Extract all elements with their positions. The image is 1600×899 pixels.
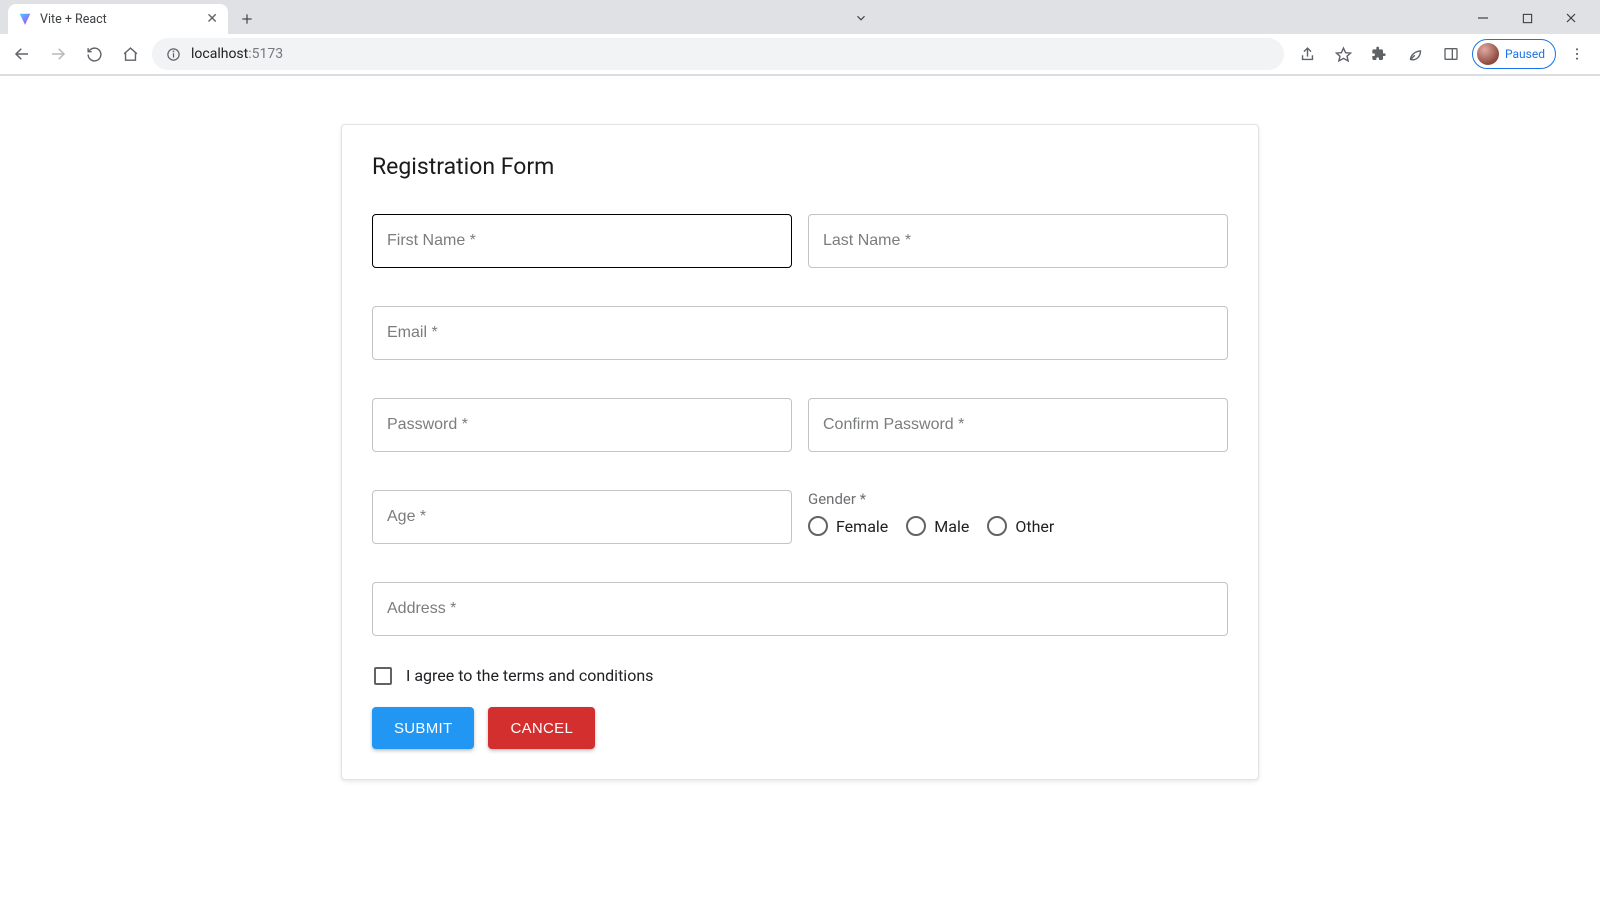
new-tab-button[interactable] <box>234 6 260 32</box>
confirm-password-field <box>808 398 1228 452</box>
browser-chrome: Vite + React ✕ <box>0 0 1600 76</box>
address-bar[interactable]: localhost:5173 <box>152 38 1284 70</box>
leaf-icon[interactable] <box>1400 39 1430 69</box>
gender-label: Gender * <box>808 490 1228 508</box>
window-close-icon[interactable] <box>1550 4 1592 32</box>
url-text[interactable]: localhost:5173 <box>191 46 1270 62</box>
side-panel-icon[interactable] <box>1436 39 1466 69</box>
radio-icon <box>987 516 1007 536</box>
email-input[interactable] <box>372 306 1228 360</box>
extensions-icon[interactable] <box>1364 39 1394 69</box>
password-input[interactable] <box>372 398 792 452</box>
gender-radio-other[interactable]: Other <box>987 516 1054 536</box>
first-name-input[interactable] <box>372 214 792 268</box>
page-content: Registration Form <box>0 76 1600 820</box>
home-icon[interactable] <box>116 40 144 68</box>
bookmark-star-icon[interactable] <box>1328 39 1358 69</box>
url-host: localhost <box>191 46 248 62</box>
radio-icon <box>808 516 828 536</box>
terms-row: I agree to the terms and conditions <box>372 666 1228 685</box>
age-input[interactable] <box>372 490 792 544</box>
reload-icon[interactable] <box>80 40 108 68</box>
gender-radio-group: Female Male Other <box>808 516 1228 536</box>
nav-forward-icon <box>44 40 72 68</box>
kebab-menu-icon[interactable] <box>1562 39 1592 69</box>
terms-label: I agree to the terms and conditions <box>406 666 653 685</box>
gender-option-label: Female <box>836 517 888 536</box>
profile-chip[interactable]: Paused <box>1472 39 1556 69</box>
window-controls <box>1462 4 1592 32</box>
password-field <box>372 398 792 452</box>
tabs-dropdown-icon[interactable] <box>846 4 876 32</box>
cancel-button[interactable]: Cancel <box>488 707 595 749</box>
chrome-divider <box>0 74 1600 75</box>
gender-option-label: Other <box>1015 517 1054 536</box>
registration-card: Registration Form <box>341 124 1259 780</box>
tab-strip: Vite + React ✕ <box>0 0 1600 34</box>
toolbar-right-icons: Paused <box>1292 39 1592 69</box>
close-tab-icon[interactable]: ✕ <box>206 12 218 26</box>
window-maximize-icon[interactable] <box>1506 4 1548 32</box>
nav-back-icon[interactable] <box>8 40 36 68</box>
terms-checkbox[interactable] <box>374 667 392 685</box>
tab-title: Vite + React <box>40 12 198 27</box>
address-field <box>372 582 1228 636</box>
browser-tab[interactable]: Vite + React ✕ <box>8 4 228 34</box>
page-viewport[interactable]: Registration Form <box>0 76 1600 899</box>
address-input[interactable] <box>372 582 1228 636</box>
avatar-icon <box>1477 43 1499 65</box>
share-icon[interactable] <box>1292 39 1322 69</box>
vite-favicon-icon <box>18 12 32 26</box>
last-name-input[interactable] <box>808 214 1228 268</box>
browser-toolbar: localhost:5173 Paused <box>0 34 1600 74</box>
gender-option-label: Male <box>934 517 969 536</box>
gender-radio-female[interactable]: Female <box>808 516 888 536</box>
radio-icon <box>906 516 926 536</box>
last-name-field <box>808 214 1228 268</box>
submit-button[interactable]: Submit <box>372 707 474 749</box>
gender-field: Gender * Female Male Other <box>808 490 1228 544</box>
age-field <box>372 490 792 544</box>
site-info-icon[interactable] <box>166 47 181 62</box>
form-title: Registration Form <box>372 153 1228 180</box>
window-minimize-icon[interactable] <box>1462 4 1504 32</box>
url-port: :5173 <box>248 46 283 62</box>
first-name-field <box>372 214 792 268</box>
profile-paused-label: Paused <box>1505 47 1545 61</box>
confirm-password-input[interactable] <box>808 398 1228 452</box>
form-actions: Submit Cancel <box>372 707 1228 749</box>
email-field <box>372 306 1228 360</box>
gender-radio-male[interactable]: Male <box>906 516 969 536</box>
